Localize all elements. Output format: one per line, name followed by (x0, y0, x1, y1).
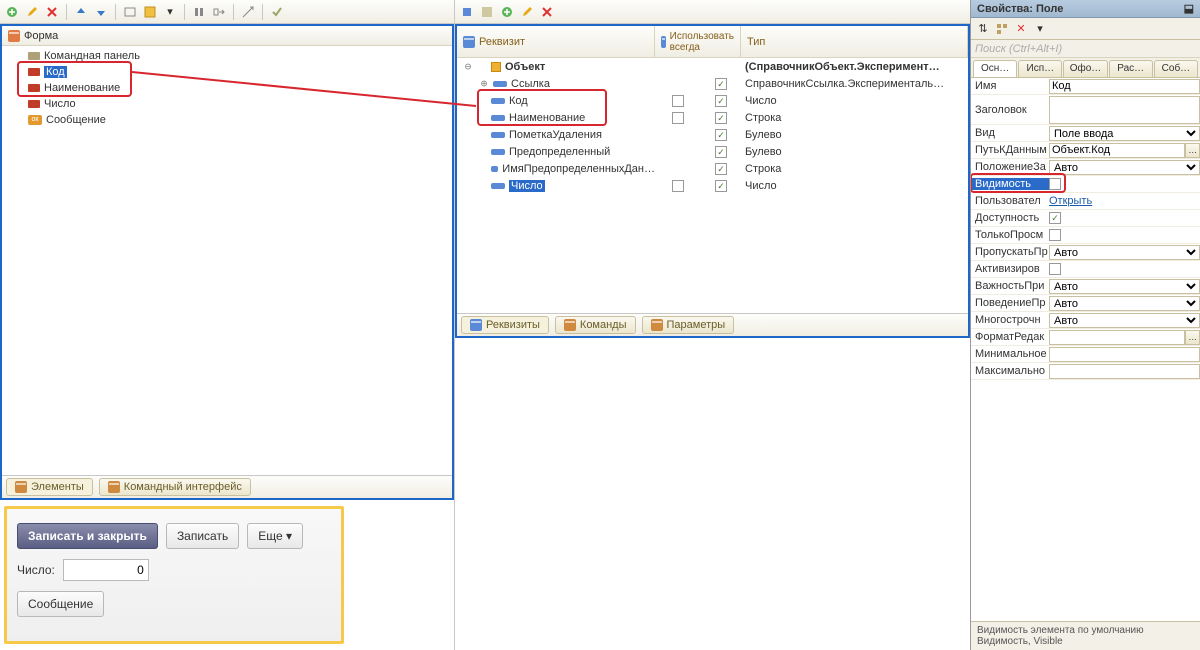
tool-icon-1[interactable] (122, 4, 138, 20)
prop-path-input[interactable] (1049, 143, 1185, 158)
form-preview: Записать и закрыть Записать Еще ▾ Число:… (4, 506, 344, 644)
properties-body: Имя Заголовок ВидПоле ввода ПутьКДанным…… (971, 78, 1200, 621)
req-row-pometka[interactable]: ПометкаУдаления ✓ Булево (457, 126, 968, 143)
move-down-icon[interactable] (93, 4, 109, 20)
tool-icon-2[interactable] (142, 4, 158, 20)
prop-tab-use[interactable]: Исп… (1018, 60, 1062, 77)
properties-footer: Видимость элемента по умолчанию Видимост… (971, 621, 1200, 650)
prop-kind-select[interactable]: Поле ввода (1049, 126, 1200, 141)
prop-tab-ext[interactable]: Рас… (1109, 60, 1153, 77)
col-type: Тип (747, 36, 765, 48)
prop-readonly-check[interactable] (1049, 229, 1061, 241)
prop-skip-select[interactable]: Авто (1049, 245, 1200, 260)
tool-icon-3[interactable]: ▾ (162, 4, 178, 20)
req-row-naimenovanie[interactable]: Наименование ✓ Строка (457, 109, 968, 126)
req-add-icon[interactable] (499, 4, 515, 20)
preview-number-label: Число: (17, 563, 55, 577)
tree-item-msg[interactable]: окСообщение (2, 112, 452, 128)
prop-behavior-select[interactable]: Авто (1049, 296, 1200, 311)
prop-tab-main[interactable]: Осн… (973, 60, 1017, 77)
edit-icon[interactable] (24, 4, 40, 20)
prop-multiline-select[interactable]: Авто (1049, 313, 1200, 328)
tree-item-naimenovanie[interactable]: Наименование (2, 80, 452, 96)
add-icon[interactable] (4, 4, 20, 20)
tool-icon-4[interactable] (191, 4, 207, 20)
prop-tab-events[interactable]: Соб… (1154, 60, 1198, 77)
tab-commands[interactable]: Команды (555, 316, 636, 334)
prop-format-input[interactable] (1049, 330, 1185, 345)
preview-number-input[interactable] (63, 559, 149, 581)
prop-name-input[interactable] (1049, 79, 1200, 94)
req-edit-icon[interactable] (519, 4, 535, 20)
prop-user-link[interactable]: Открыть (1049, 195, 1092, 207)
properties-toolbar: ⇅ ✕ ▾ (971, 18, 1200, 40)
properties-pin-icon[interactable]: ⬓ (1184, 2, 1194, 15)
move-up-icon[interactable] (73, 4, 89, 20)
requisites-panel: Реквизит Использовать всегда Тип ⊖Объект… (455, 24, 970, 338)
req-row-imyapred[interactable]: ИмяПредопределенныхДан… ✓ Строка (457, 160, 968, 177)
prop-format-picker[interactable]: … (1185, 330, 1200, 345)
check-icon[interactable] (269, 4, 285, 20)
tab-elements[interactable]: Элементы (6, 478, 93, 496)
properties-title: Свойства: Поле⬓ (971, 0, 1200, 18)
prop-importance-select[interactable]: Авто (1049, 279, 1200, 294)
req-row-kod[interactable]: Код ✓ Число (457, 92, 968, 109)
preview-message-button[interactable]: Сообщение (17, 591, 104, 617)
req-root[interactable]: ⊖Объект (СправочникОбъект.Эксперимент… (457, 58, 968, 75)
req-tree[interactable]: ⊖Объект (СправочникОбъект.Эксперимент… ⊕… (457, 58, 968, 313)
prop-clear-icon[interactable]: ✕ (1013, 21, 1029, 37)
prop-dd-icon[interactable]: ▾ (1032, 21, 1048, 37)
preview-more-button[interactable]: Еще ▾ (247, 523, 303, 549)
prop-title-input[interactable] (1049, 96, 1200, 124)
form-tree-panel: Форма Командная панель Код Наименование … (0, 24, 454, 500)
prop-cat-icon[interactable] (994, 21, 1010, 37)
prop-sort-icon[interactable]: ⇅ (975, 21, 991, 37)
prop-max-input[interactable] (1049, 364, 1200, 379)
prop-path-picker[interactable]: … (1185, 143, 1200, 158)
prop-tab-design[interactable]: Офо… (1063, 60, 1107, 77)
preview-save-close-button[interactable]: Записать и закрыть (17, 523, 158, 549)
tab-cmd-interface[interactable]: Командный интерфейс (99, 478, 251, 496)
properties-search[interactable]: Поиск (Ctrl+Alt+I) (971, 40, 1200, 58)
req-tool-2[interactable] (479, 4, 495, 20)
req-tool-1[interactable] (459, 4, 475, 20)
form-title: Форма (24, 30, 58, 42)
col-requisite: Реквизит (479, 36, 525, 48)
form-toolbar: ▾ (0, 0, 454, 24)
tab-params[interactable]: Параметры (642, 316, 735, 334)
req-row-chislo[interactable]: Число ✓ Число (457, 177, 968, 194)
tree-item-cmdpanel[interactable]: Командная панель (2, 48, 452, 64)
prop-visibility-check[interactable] (1049, 178, 1061, 190)
col-always: Использовать всегда (670, 31, 734, 53)
preview-save-button[interactable]: Записать (166, 523, 239, 549)
req-delete-icon[interactable] (539, 4, 555, 20)
object-icon (491, 62, 501, 72)
prop-min-input[interactable] (1049, 347, 1200, 362)
form-icon (8, 30, 20, 42)
tree-item-chislo[interactable]: Число (2, 96, 452, 112)
prop-avail-check[interactable]: ✓ (1049, 212, 1061, 224)
req-row-ssylka[interactable]: ⊕Ссылка ✓ СправочникСсылка.Экспериментал… (457, 75, 968, 92)
prop-pos-select[interactable]: Авто (1049, 160, 1200, 175)
tool-icon-5[interactable] (211, 4, 227, 20)
tree-item-kod[interactable]: Код (2, 64, 452, 80)
tab-requisites[interactable]: Реквизиты (461, 316, 549, 334)
delete-icon[interactable] (44, 4, 60, 20)
prop-activate-check[interactable] (1049, 263, 1061, 275)
tool-icon-6[interactable] (240, 4, 256, 20)
req-toolbar (455, 0, 970, 24)
form-tree[interactable]: Командная панель Код Наименование Число … (2, 46, 452, 475)
req-row-predopr[interactable]: Предопределенный ✓ Булево (457, 143, 968, 160)
